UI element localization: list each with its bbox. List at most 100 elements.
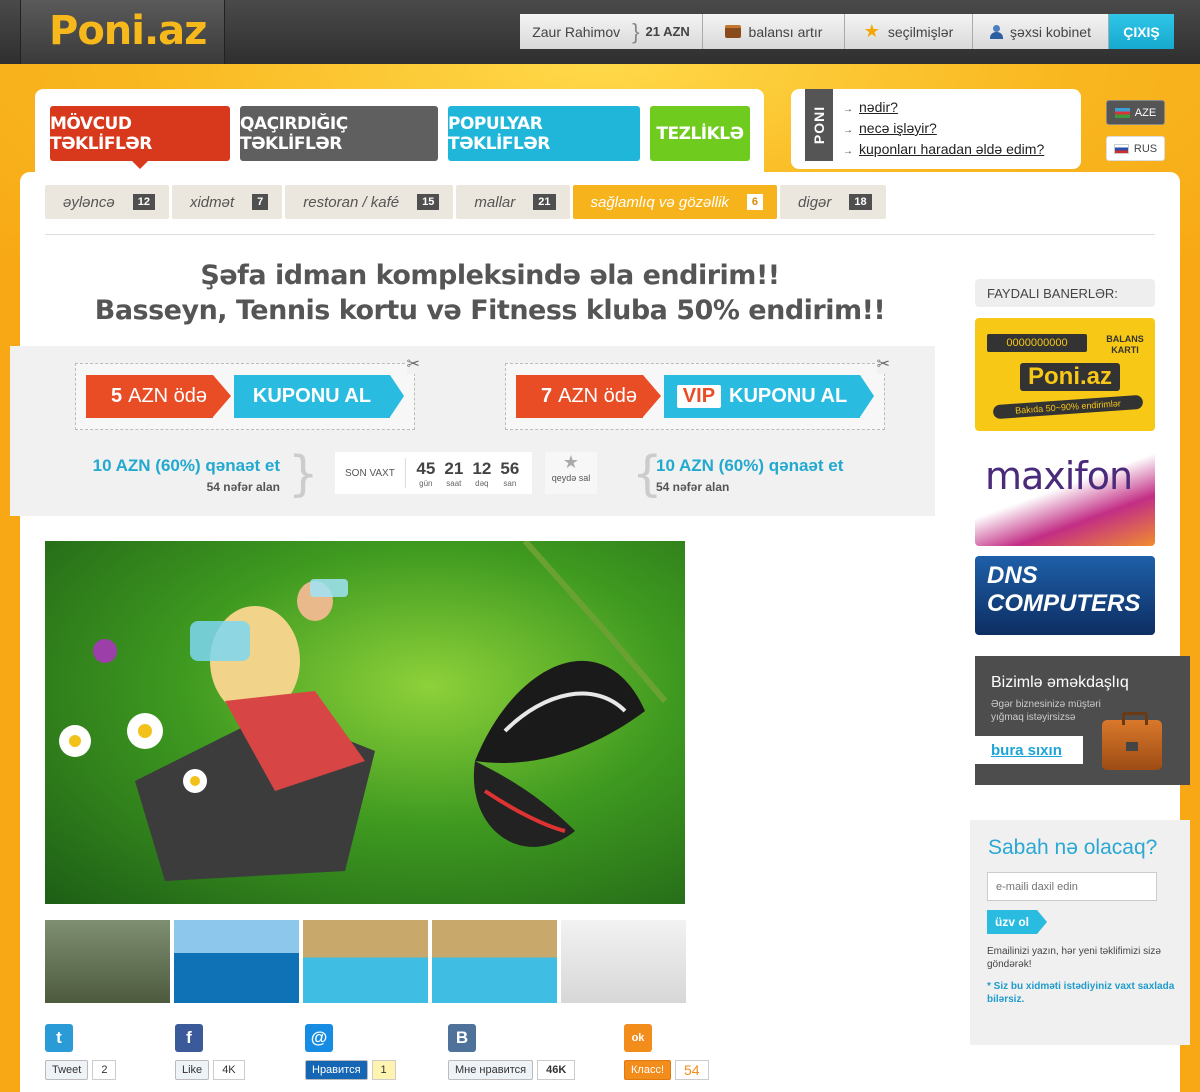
divider [45, 234, 1155, 235]
user-balance: 21 AZN [645, 24, 690, 39]
timer-days: 45 gün [416, 458, 436, 488]
social-odnoklassniki: ok Класс! 54 [624, 1024, 709, 1080]
timer-minutes: 12 dəq [472, 458, 492, 488]
savings-standard: 10 AZN (60%) qənaət et 54 nəfər alan [80, 456, 280, 494]
newsletter-email-input[interactable] [987, 872, 1157, 901]
category-restaurant[interactable]: restoran / kafé 15 [285, 185, 454, 219]
favorites-label: seçilmişlər [887, 23, 954, 40]
social-vkontakte: B Мне нравится 46K [448, 1024, 576, 1080]
share-count: 46K [537, 1060, 576, 1080]
buy-vip-coupon-button[interactable]: VIP KUPONU AL [664, 375, 874, 418]
star-icon: ★ [562, 452, 580, 472]
newsletter-title: Sabah nə olacaq? [988, 836, 1158, 859]
savings-text: 10 AZN (60%) qənaət et [92, 456, 280, 475]
share-count: 54 [675, 1060, 709, 1080]
ok-class-button[interactable]: Класс! [624, 1060, 671, 1080]
share-count: 4K [213, 1060, 245, 1080]
subscribe-button[interactable]: üzv ol [987, 910, 1047, 934]
category-entertainment[interactable]: əyləncə 12 [45, 185, 169, 219]
odnoklassniki-icon[interactable]: ok [624, 1024, 652, 1052]
newsletter-box: Sabah nə olacaq? üzv ol Emailinizi yazın… [970, 820, 1190, 1045]
offer-main-image [45, 541, 685, 904]
tweet-button[interactable]: Tweet [45, 1060, 89, 1080]
category-count: 7 [252, 194, 269, 210]
coop-click-button[interactable]: bura sıxın [975, 736, 1083, 764]
card-title: BALANS KARTI [1106, 334, 1144, 355]
site-logo[interactable]: Poni.az [49, 8, 207, 54]
remind-button[interactable]: ★ qeydə sal [545, 452, 597, 494]
star-icon: ★ [863, 21, 880, 41]
poni-side-label: PONI [805, 89, 833, 161]
category-count: 12 [132, 194, 155, 210]
user-name[interactable]: Zaur Rahimov [532, 24, 620, 40]
tab-current-offers[interactable]: MÖVCUD TƏKLİFLƏR [50, 106, 230, 169]
thumbnail-image[interactable] [45, 920, 170, 1003]
mailru-like-button[interactable]: Нравится [305, 1060, 368, 1080]
thumbnail-gallery [45, 920, 686, 1003]
tab-missed-offers[interactable]: QAÇIRDIĞIÇ TƏKLİFLƏR [240, 106, 438, 161]
thumbnail-image[interactable] [561, 920, 686, 1003]
buy-coupon-button[interactable]: KUPONU AL [234, 375, 404, 418]
timer-hours: 21 saat [444, 458, 464, 488]
share-count: 2 [92, 1060, 117, 1080]
tab-coming-soon[interactable]: TEZLİKLƏ [650, 106, 750, 161]
pay-button-vip[interactable]: 7 AZN ödə [516, 375, 661, 418]
exit-button[interactable]: ÇIXIŞ [1109, 14, 1174, 49]
countdown-timer: SON VAXT 45 gün 21 saat 12 dəq 56 san [335, 452, 532, 494]
category-count: 6 [746, 194, 764, 210]
category-goods[interactable]: mallar 21 [456, 185, 570, 219]
coop-desc: Əgər biznesinizə müştəri yığmaq istəyirs… [991, 699, 1101, 723]
poni-links: nədir? necə işləyir? kuponları haradan ə… [843, 99, 1044, 162]
scissors-icon: ✂ [406, 354, 420, 374]
savings-vip: 10 AZN (60%) qənaət et 54 nəfər alan [656, 456, 843, 494]
brace-divider: } [632, 18, 640, 44]
logo-box: Poni.az [20, 0, 225, 64]
headline-line1: Şəfa idman kompleksində əla endirim!! [200, 260, 780, 291]
card-slogan: Bakıda 50~90% endirimlər [992, 394, 1144, 420]
lang-rus-button[interactable]: RUS [1106, 136, 1165, 161]
lang-aze-button[interactable]: AZE [1106, 100, 1165, 125]
card-code: 0000000000 [987, 334, 1087, 352]
coupon-box-standard: ✂ 5 AZN ödə KUPONU AL [75, 354, 420, 430]
facebook-icon[interactable]: f [175, 1024, 203, 1052]
category-service[interactable]: xidmət 7 [171, 185, 283, 219]
dns-logo: DNS COMPUTERS [987, 562, 1141, 617]
favorites-button[interactable]: ★ seçilmişlər [845, 14, 973, 49]
topup-button[interactable]: balansı artır [703, 14, 845, 49]
maxifon-banner[interactable]: maxifon [975, 442, 1155, 546]
social-facebook: f Like 4K [175, 1024, 245, 1080]
card-logo: Poni.az [1020, 363, 1121, 391]
brace-right: } [288, 446, 319, 502]
cabinet-label: şəxsi kobinet [1010, 23, 1091, 40]
category-count: 21 [533, 194, 556, 210]
pay-button[interactable]: 5 AZN ödə [86, 375, 231, 418]
thumbnail-image[interactable] [432, 920, 557, 1003]
cabinet-button[interactable]: şəxsi kobinet [973, 14, 1109, 49]
user-balance-box: Zaur Rahimov } 21 AZN [520, 14, 703, 49]
hero-illustration [59, 541, 668, 881]
mailru-icon[interactable]: @ [305, 1024, 333, 1052]
vk-icon[interactable]: B [448, 1024, 476, 1052]
category-other[interactable]: digər 18 [780, 185, 886, 219]
maxifon-logo: maxifon [985, 454, 1133, 498]
topup-label: balansı artır [748, 23, 823, 40]
remind-label: qeydə sal [551, 473, 591, 483]
twitter-icon[interactable]: t [45, 1024, 73, 1052]
link-how-it-works[interactable]: necə işləyir? [843, 120, 1044, 136]
newsletter-note-2: * Siz bu xidməti istədiyiniz vaxt saxlad… [987, 981, 1175, 1005]
category-count: 18 [849, 194, 872, 210]
thumbnail-image[interactable] [174, 920, 299, 1003]
link-where-coupons[interactable]: kuponları haradan əldə edim? [843, 141, 1044, 157]
dns-banner[interactable]: DNS COMPUTERS [975, 556, 1155, 635]
aze-flag-icon [1114, 107, 1130, 118]
tab-popular-offers[interactable]: POPULYAR TƏKLİFLƏR [448, 106, 640, 161]
vk-like-button[interactable]: Мне нравится [448, 1060, 534, 1080]
banners-label: FAYDALI BANERLƏR: [975, 279, 1155, 307]
share-count: 1 [371, 1060, 396, 1080]
timer-seconds: 56 san [500, 458, 520, 488]
poni-card-banner[interactable]: 0000000000 BALANS KARTI Poni.az Bakıda 5… [975, 318, 1155, 431]
thumbnail-image[interactable] [303, 920, 428, 1003]
like-button[interactable]: Like [175, 1060, 210, 1080]
link-what-is[interactable]: nədir? [843, 99, 1044, 115]
category-health-beauty[interactable]: sağlamlıq və gözəllik 6 [572, 185, 778, 219]
